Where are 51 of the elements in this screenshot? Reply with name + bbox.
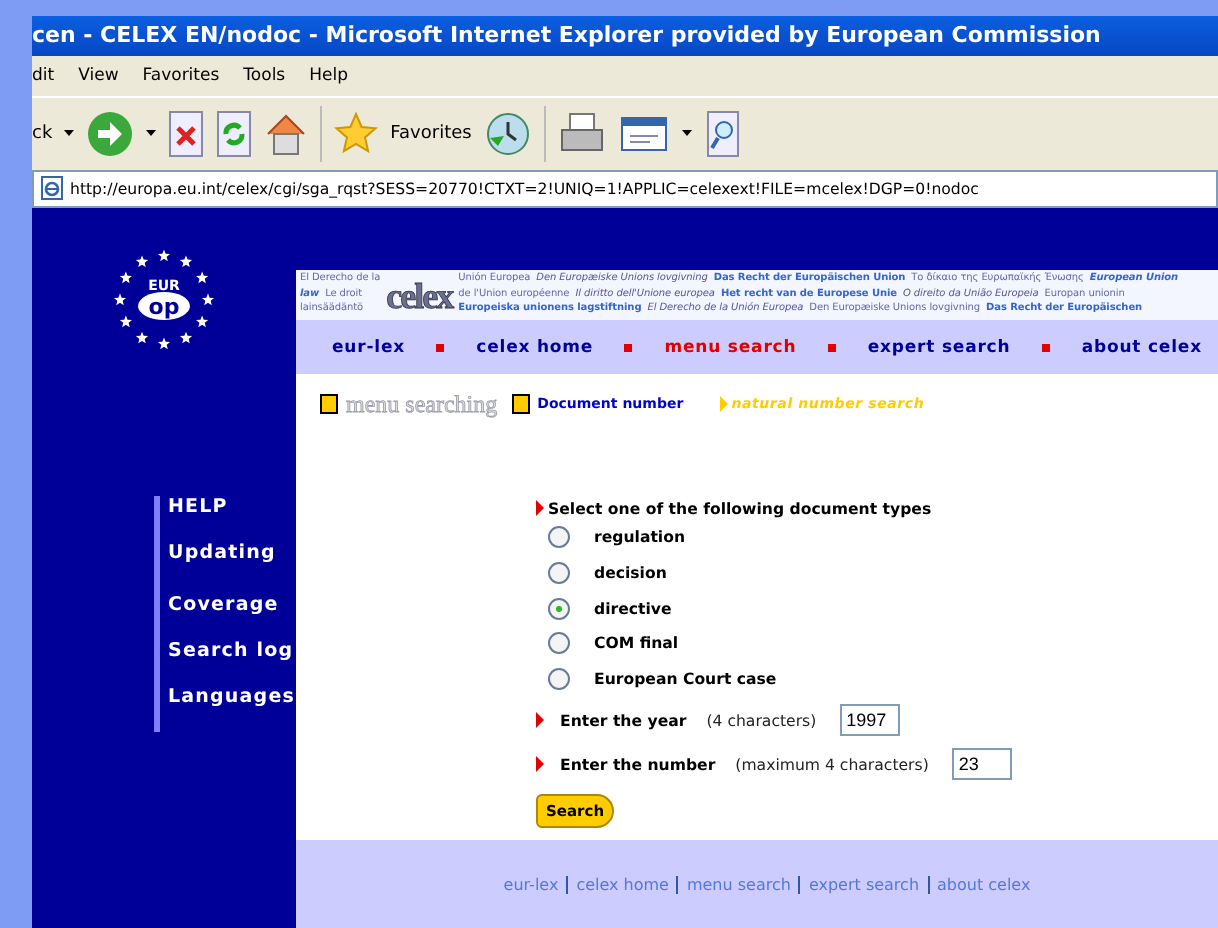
radio-button[interactable] [548, 526, 570, 549]
star-icon[interactable] [334, 109, 379, 157]
stop-icon[interactable] [168, 109, 205, 157]
triangle-icon [536, 712, 544, 729]
bullet-icon [828, 343, 837, 351]
dropdown-caret-icon[interactable] [64, 130, 75, 136]
back-button[interactable]: ck [32, 123, 53, 143]
window-title: cen - CELEX EN/nodoc - Microsoft Internet Explorer provided by European Commission [32, 16, 1218, 56]
menu-item[interactable]: View [78, 66, 119, 86]
celex-logo: celex [386, 275, 453, 315]
sidebar-link[interactable]: Languages [168, 686, 295, 710]
sidebar-link[interactable]: HELP [168, 496, 295, 520]
sidebar-link[interactable]: Coverage [168, 594, 295, 618]
square-icon [511, 394, 530, 414]
dropdown-caret-icon[interactable] [146, 130, 157, 136]
menu-item[interactable]: Tools [243, 66, 286, 86]
triangle-icon [536, 756, 544, 773]
nav-link[interactable]: eur-lex [332, 337, 405, 357]
triangle-icon [536, 500, 544, 516]
page-icon [40, 176, 64, 200]
nav-link[interactable]: celex home [476, 337, 594, 357]
radio-button[interactable] [548, 632, 570, 655]
separator-bar [927, 875, 930, 893]
refresh-icon[interactable] [216, 109, 253, 157]
separator-bar [798, 875, 801, 893]
favorites-button[interactable]: Favorites [390, 123, 472, 143]
bullet-icon [624, 343, 633, 351]
sidebar-link[interactable]: Updating [168, 542, 295, 566]
history-icon[interactable] [483, 109, 532, 157]
nav-link[interactable]: about celex [1081, 337, 1202, 357]
nav-link[interactable]: expert search [867, 337, 1011, 357]
printer-icon[interactable] [557, 109, 606, 157]
bullet-icon [436, 343, 445, 351]
radio-button[interactable] [548, 668, 570, 691]
dropdown-caret-icon[interactable] [681, 130, 692, 136]
radio-button[interactable] [548, 562, 570, 585]
number-input-field[interactable]: 23 [952, 748, 1013, 781]
menu-item[interactable]: Help [309, 66, 349, 86]
bullet-icon [1042, 343, 1051, 351]
square-icon [320, 394, 338, 414]
year-input-field[interactable]: 1997 [840, 704, 901, 737]
menu-item[interactable]: Favorites [142, 66, 220, 86]
radio-button[interactable] [548, 597, 570, 620]
home-icon[interactable] [264, 109, 309, 157]
separator-bar [566, 875, 569, 893]
triangle-icon [719, 396, 728, 412]
separator-bar [676, 875, 679, 893]
magnifier-icon[interactable] [703, 109, 744, 157]
sidebar-link[interactable]: Search log [168, 640, 295, 664]
menu-item[interactable]: dit [32, 66, 55, 86]
forward-icon[interactable] [86, 109, 135, 157]
